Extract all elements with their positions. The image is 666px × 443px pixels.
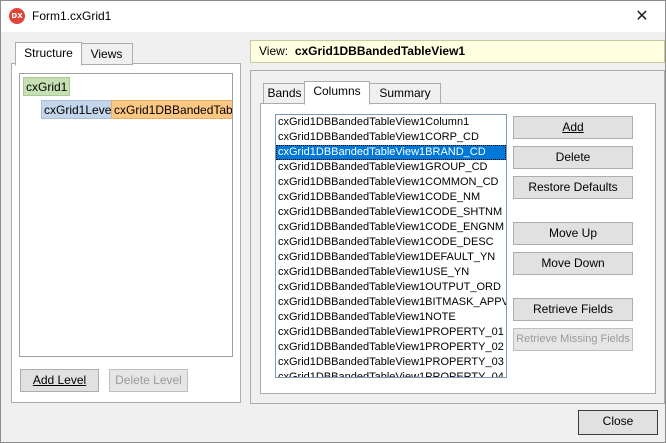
restore-defaults-button[interactable]: Restore Defaults (513, 176, 633, 199)
add-level-button[interactable]: Add Level (20, 369, 99, 392)
view-prefix: View: (259, 44, 289, 58)
devexpress-logo-icon: DX (9, 8, 25, 24)
retrieve-missing-fields-label: Retrieve Missing Fields (516, 333, 630, 345)
column-list-item[interactable]: cxGrid1DBBandedTableView1OUTPUT_ORD (276, 280, 506, 295)
column-list-item[interactable]: cxGrid1DBBandedTableView1CODE_NM (276, 190, 506, 205)
column-list-item[interactable]: cxGrid1DBBandedTableView1USE_YN (276, 265, 506, 280)
column-list-item[interactable]: cxGrid1DBBandedTableView1NOTE (276, 310, 506, 325)
view-name-header: View: cxGrid1DBBandedTableView1 (250, 40, 665, 63)
column-list-item[interactable]: cxGrid1DBBandedTableView1COMMON_CD (276, 175, 506, 190)
tab-summary[interactable]: Summary (369, 83, 441, 104)
columns-listbox[interactable]: cxGrid1DBBandedTableView1Column1 cxGrid1D… (275, 114, 507, 378)
window-title: Form1.cxGrid1 (32, 9, 112, 23)
column-list-item[interactable]: cxGrid1DBBandedTableView1PROPERTY_03 (276, 355, 506, 370)
tab-structure[interactable]: Structure (15, 42, 82, 66)
column-list-item[interactable]: cxGrid1DBBandedTableView1PROPERTY_02 (276, 340, 506, 355)
add-column-button[interactable]: Add (513, 116, 633, 139)
retrieve-missing-fields-button[interactable]: Retrieve Missing Fields (513, 328, 633, 351)
tree-node-grid[interactable]: cxGrid1 (23, 77, 71, 96)
close-window-icon[interactable]: ✕ (629, 5, 655, 27)
retrieve-fields-button[interactable]: Retrieve Fields (513, 298, 633, 321)
move-up-button[interactable]: Move Up (513, 222, 633, 245)
column-list-item[interactable]: cxGrid1DBBandedTableView1PROPERTY_01 (276, 325, 506, 340)
delete-column-button[interactable]: Delete (513, 146, 633, 169)
column-list-item[interactable]: cxGrid1DBBandedTableView1Column1 (276, 115, 506, 130)
move-up-label: Move Up (548, 226, 598, 240)
view-name: cxGrid1DBBandedTableView1 (294, 44, 466, 58)
column-list-item[interactable]: cxGrid1DBBandedTableView1BRAND_CD (276, 145, 506, 160)
close-button-label: Close (602, 414, 634, 428)
column-list-item[interactable]: cxGrid1DBBandedTableView1CODE_DESC (276, 235, 506, 250)
structure-tree[interactable]: cxGrid1 cxGrid1Level1 cxGrid1DBBandedTab… (19, 73, 233, 357)
column-list-item[interactable]: cxGrid1DBBandedTableView1CODE_SHTNM (276, 205, 506, 220)
column-list-item[interactable]: cxGrid1DBBandedTableView1GROUP_CD (276, 160, 506, 175)
add-level-label: Add Level (32, 373, 87, 387)
restore-defaults-label: Restore Defaults (528, 180, 618, 194)
dialog-window: DX Form1.cxGrid1 ✕ Structure Views cxGri… (0, 0, 666, 443)
tree-node-view[interactable]: cxGrid1DBBandedTableView1 (111, 100, 232, 119)
delete-level-button[interactable]: Delete Level (109, 369, 188, 392)
column-list-item[interactable]: cxGrid1DBBandedTableView1BITMASK_APPVAL (276, 295, 506, 310)
column-list-item[interactable]: cxGrid1DBBandedTableView1PROPERTY_04 (276, 370, 506, 377)
tab-views[interactable]: Views (81, 43, 133, 65)
close-button[interactable]: Close (578, 410, 658, 435)
column-list-item[interactable]: cxGrid1DBBandedTableView1DEFAULT_YN (276, 250, 506, 265)
column-list-item[interactable]: cxGrid1DBBandedTableView1CORP_CD (276, 130, 506, 145)
retrieve-fields-label: Retrieve Fields (532, 302, 614, 316)
move-down-button[interactable]: Move Down (513, 252, 633, 275)
move-down-label: Move Down (541, 256, 605, 270)
tab-bands[interactable]: Bands (263, 83, 306, 104)
title-bar: DX Form1.cxGrid1 ✕ (1, 1, 665, 32)
delete-level-label: Delete Level (115, 373, 182, 387)
delete-column-label: Delete (555, 150, 591, 164)
column-list-item[interactable]: cxGrid1DBBandedTableView1CODE_ENGNM (276, 220, 506, 235)
add-column-label: Add (562, 120, 584, 134)
tab-columns[interactable]: Columns (304, 81, 370, 105)
